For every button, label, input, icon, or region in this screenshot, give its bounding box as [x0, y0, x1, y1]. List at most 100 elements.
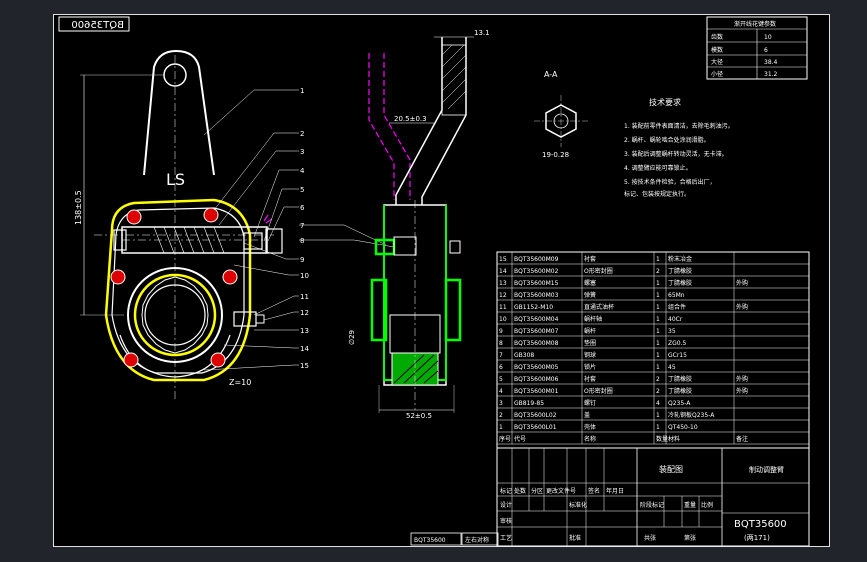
svg-text:分区: 分区 — [531, 487, 543, 495]
svg-text:签名: 签名 — [588, 487, 600, 495]
bom-cell: BQT35600M01 — [514, 388, 559, 395]
svg-text:比例: 比例 — [701, 501, 713, 509]
bom-cell: 1 — [656, 352, 660, 359]
bom-cell: 衬套 — [584, 375, 596, 383]
svg-text:第张: 第张 — [684, 534, 696, 542]
bom-cell: 蜗杆 — [584, 327, 596, 335]
hex-head — [265, 228, 283, 254]
spline-cell: 大径 — [711, 58, 723, 66]
bom-cell: 垫圈 — [584, 339, 596, 347]
leader-lines — [203, 89, 395, 371]
spline-parameter-table: 渐开线花键参数 齿数 10 模数 6 大径 38.4 小径 31.2 — [706, 16, 808, 80]
bom-cell: BQT35600M15 — [514, 280, 559, 287]
svg-text:工艺: 工艺 — [500, 534, 512, 542]
bom-cell: 2 — [656, 388, 660, 395]
bom-cell: 4 — [499, 388, 503, 395]
spline-cell: 小径 — [711, 70, 723, 78]
bom-cell: 组合件 — [668, 303, 686, 311]
technical-requirements: 技术要求 1. 装配前零件表面清洁，去除毛刺油污。 2. 蜗杆、蜗轮啮合处涂润滑… — [624, 97, 734, 198]
bom-cell: 12 — [499, 292, 507, 299]
requirement-item: 1. 装配前零件表面清洁，去除毛刺油污。 — [624, 122, 734, 130]
bom-cell: BQT35600L01 — [514, 424, 557, 431]
bom-cell: 1 — [656, 304, 660, 311]
bom-cell: 13 — [499, 280, 507, 287]
drawing-number-mirrored: BQT35600 — [71, 20, 124, 31]
bom-cell: BQT35600M03 — [514, 292, 559, 299]
bill-of-materials: 15 BQT35600M09 衬套 1 粉末冶金14 BQT35600M02 O形密封圈 2 丁… — [496, 251, 810, 449]
bom-header-cell: 序号 — [499, 435, 511, 443]
bom-cell: 丁腈橡胶 — [668, 267, 692, 275]
svg-text:标记: 标记 — [500, 487, 512, 495]
bom-cell: 2 — [499, 412, 503, 419]
spline-cell: 31.2 — [764, 71, 778, 78]
section-a-a: A-A 19-0.28 — [534, 70, 588, 159]
bom-cell: 粉末冶金 — [668, 255, 692, 263]
spline-cell: 6 — [764, 47, 768, 54]
bom-cell: 钢球 — [584, 351, 596, 359]
requirement-item: 标记、包装按规定执行。 — [624, 190, 690, 198]
bom-cell: 蜗杆轴 — [584, 315, 602, 323]
bom-cell: 3 — [499, 400, 503, 407]
balloon-label: 10 — [300, 272, 309, 280]
bom-cell: 1 — [656, 280, 660, 287]
balloon-label: 5 — [300, 186, 304, 194]
bom-cell: 锁片 — [584, 363, 596, 371]
balloon-label: 12 — [300, 309, 309, 317]
bom-cell: O形密封圈 — [584, 267, 613, 275]
bom-cell: 外购 — [736, 303, 748, 311]
bom-cell: 10 — [499, 316, 507, 323]
bom-cell: 14 — [499, 268, 507, 275]
bom-cell: 盖 — [584, 411, 590, 419]
bom-cell: 1 — [656, 424, 660, 431]
screw-icon — [126, 209, 142, 225]
grease-nipple — [233, 311, 257, 327]
bom-cell: BQT35600M05 — [514, 364, 559, 371]
hex-dimension: 19-0.28 — [542, 151, 569, 159]
bom-cell: 1 — [656, 292, 660, 299]
teeth-label: Z=10 — [229, 378, 251, 387]
spline-table-title: 渐开线花键参数 — [734, 20, 776, 28]
bom-cell: 6 — [499, 364, 503, 371]
bom-cell: 5 — [499, 376, 503, 383]
requirement-item: 5. 按技术条件检验，合格后出厂， — [624, 178, 716, 186]
balloon-label: 13 — [300, 327, 309, 335]
arm-outline — [143, 49, 215, 176]
balloon-label: 4 — [300, 167, 305, 175]
bom-cell: 1 — [656, 340, 660, 347]
bom-cell: 冷轧钢板Q235-A — [668, 411, 715, 419]
bom-cell: ZG0.5 — [668, 340, 686, 347]
cad-viewport[interactable]: BQT35600 LS Z=10 138±0.5 1 2 3 4 5 6 7 8… — [0, 0, 867, 562]
bottom-note: 左右对称 — [465, 536, 489, 544]
sheet-note: (两171) — [744, 534, 770, 542]
bom-cell: GCr15 — [668, 352, 687, 359]
marking-text: LS — [166, 170, 185, 189]
bom-cell: 丁腈橡胶 — [668, 375, 692, 383]
bom-cell: 1 — [656, 316, 660, 323]
bom-cell: 1 — [499, 424, 503, 431]
bom-cell: 螺钉 — [584, 399, 596, 407]
bom-cell: 35 — [668, 328, 676, 335]
spline-cell: 模数 — [711, 46, 723, 54]
svg-text:更改文件号: 更改文件号 — [546, 487, 576, 495]
balloon-label: 11 — [300, 293, 309, 301]
bom-cell: O形密封圈 — [584, 387, 613, 395]
svg-text:审核: 审核 — [500, 517, 512, 525]
bom-cell: 45 — [668, 364, 676, 371]
section-label: A-A — [544, 70, 558, 79]
bom-cell: 外购 — [736, 375, 748, 383]
bom-cell: BQT35600M09 — [514, 256, 559, 263]
bom-cell: BQT35600M07 — [514, 328, 559, 335]
dia-dimension: ∅29 — [348, 330, 356, 345]
bom-cell: 丁腈橡胶 — [668, 279, 692, 287]
requirement-item: 4. 调整臂应能可靠锁止。 — [624, 164, 692, 172]
bom-cell: 8 — [499, 340, 503, 347]
svg-text:处数: 处数 — [514, 487, 526, 495]
svg-text:批准: 批准 — [569, 534, 581, 542]
bom-cell: GB1152-M10 — [514, 304, 553, 311]
assembly-label: 装配图 — [659, 464, 683, 474]
bom-cell: 弹簧 — [584, 291, 596, 299]
bom-header-cell: 材料 — [668, 435, 680, 443]
bom-cell: GB819-85 — [514, 400, 544, 407]
front-view: LS Z=10 138±0.5 — [74, 49, 283, 400]
bom-cell: 11 — [499, 304, 507, 311]
